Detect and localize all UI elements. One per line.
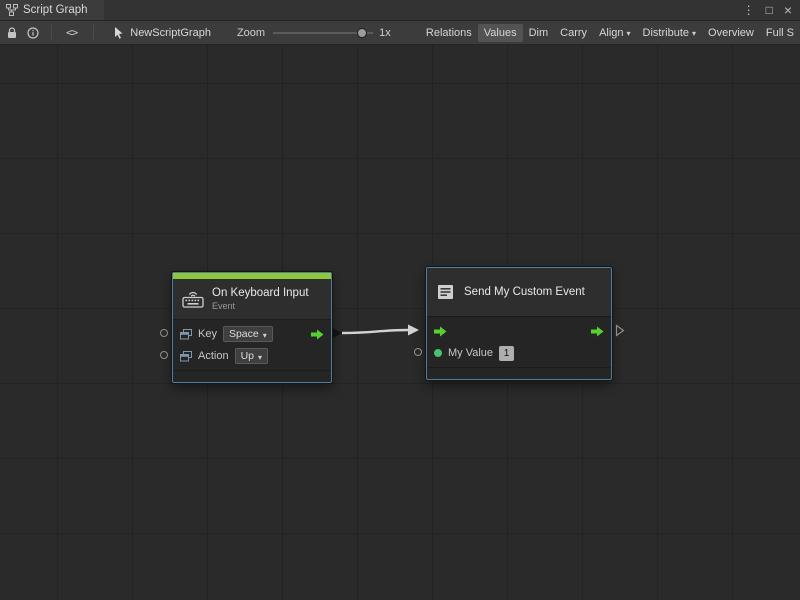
node-title: Send My Custom Event (464, 286, 585, 298)
values-button[interactable]: Values (478, 24, 523, 42)
port-row-action: Action Up ▾ (173, 345, 331, 367)
flow-port-row (427, 320, 611, 342)
node-subtitle: Event (212, 301, 309, 311)
close-icon[interactable]: × (784, 3, 792, 17)
window-controls: ⋮ □ × (743, 0, 800, 20)
green-arrow-icon (311, 329, 324, 340)
port-label-action: Action (198, 350, 229, 362)
node-header-send-event[interactable]: Send My Custom Event (427, 268, 611, 316)
green-arrow-icon (434, 326, 447, 337)
hollow-triangle-icon (615, 324, 625, 337)
port-label-my-value: My Value (448, 347, 493, 359)
key-input-port[interactable] (160, 329, 168, 337)
node-footer (427, 367, 611, 379)
carry-button[interactable]: Carry (554, 24, 593, 42)
port-label-key: Key (198, 328, 217, 340)
my-value-input[interactable]: 1 (499, 346, 514, 361)
toolbar-separator (93, 25, 94, 40)
code-icon[interactable]: <> (66, 26, 77, 39)
flow-input-port[interactable] (434, 326, 447, 337)
distribute-dropdown-button[interactable]: Distribute ▾ (637, 24, 702, 42)
value-type-icon (180, 351, 192, 362)
node-titles: On Keyboard Input Event (212, 287, 309, 311)
node-send-my-custom-event[interactable]: Send My Custom Event My Value 1 (426, 267, 612, 380)
graph-icon (6, 4, 18, 16)
custom-event-icon (436, 283, 456, 301)
flow-output-port[interactable] (311, 329, 324, 340)
dim-button[interactable]: Dim (523, 24, 555, 42)
node-titles: Send My Custom Event (464, 286, 585, 298)
flow-output-port[interactable] (591, 326, 604, 337)
node-on-keyboard-input[interactable]: On Keyboard Input Event Key Space ▾ (172, 272, 332, 383)
titlebar-spacer (104, 0, 743, 20)
window-titlebar: Script Graph ⋮ □ × (0, 0, 800, 21)
node-footer (173, 370, 331, 382)
chevron-down-icon: ▾ (627, 29, 631, 38)
graph-name-label: NewScriptGraph (130, 27, 211, 39)
action-dropdown[interactable]: Up ▾ (235, 348, 268, 364)
graph-reference[interactable]: NewScriptGraph (114, 27, 211, 39)
value-port-dot[interactable] (434, 349, 442, 357)
zoom-slider[interactable] (273, 26, 373, 40)
tab-script-graph[interactable]: Script Graph (0, 0, 104, 20)
align-dropdown-button[interactable]: Align ▾ (593, 24, 636, 42)
toolbar-separator (51, 25, 52, 40)
toolbar: <> NewScriptGraph Zoom 1x Relations Valu… (0, 21, 800, 45)
menu-kebab-icon[interactable]: ⋮ (743, 4, 755, 16)
value-type-icon (180, 329, 192, 340)
event-output-port[interactable] (615, 324, 625, 337)
node-header-keyboard[interactable]: On Keyboard Input Event (173, 279, 331, 319)
fullscreen-button[interactable]: Full S (760, 24, 800, 42)
port-row-my-value: My Value 1 (427, 342, 611, 364)
chevron-down-icon: ▾ (258, 353, 262, 362)
chevron-down-icon: ▾ (692, 29, 696, 38)
graph-canvas[interactable]: On Keyboard Input Event Key Space ▾ (0, 45, 800, 600)
zoom-value: 1x (379, 27, 391, 39)
green-arrow-icon (591, 326, 604, 337)
node-body: My Value 1 (427, 316, 611, 379)
key-dropdown[interactable]: Space ▾ (223, 326, 273, 342)
info-icon[interactable] (27, 27, 39, 39)
zoom-label: Zoom (237, 27, 265, 39)
pointer-icon (114, 27, 124, 39)
keyboard-icon (182, 291, 204, 308)
overview-button[interactable]: Overview (702, 24, 760, 42)
maximize-icon[interactable]: □ (766, 4, 773, 16)
port-row-key: Key Space ▾ (173, 323, 331, 345)
zoom-slider-knob[interactable] (357, 28, 367, 38)
node-title: On Keyboard Input (212, 287, 309, 299)
node-body: Key Space ▾ Action (173, 319, 331, 382)
relations-button[interactable]: Relations (420, 24, 478, 42)
my-value-input-port[interactable] (414, 348, 422, 356)
lock-icon[interactable] (7, 27, 17, 39)
tab-title: Script Graph (23, 4, 88, 16)
connection-wire (0, 45, 800, 600)
chevron-down-icon: ▾ (263, 331, 267, 340)
action-input-port[interactable] (160, 351, 168, 359)
